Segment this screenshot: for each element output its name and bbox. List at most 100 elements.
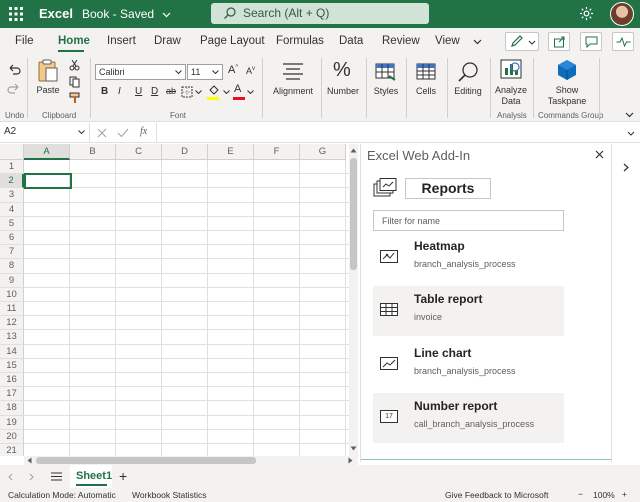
add-sheet-button[interactable]: +	[119, 468, 127, 484]
row-header[interactable]: 1	[0, 160, 24, 175]
column-header[interactable]: G	[300, 144, 346, 160]
paste-button[interactable]: Paste	[33, 59, 63, 101]
redo-icon[interactable]	[7, 82, 21, 94]
italic-button[interactable]: I	[118, 86, 121, 97]
format-painter-icon[interactable]	[69, 92, 81, 104]
double-underline-button[interactable]: D	[151, 86, 158, 97]
tab-page-layout[interactable]: Page Layout	[200, 35, 265, 47]
row-header[interactable]: 16	[0, 373, 24, 388]
row-header[interactable]: 5	[0, 216, 24, 231]
user-avatar[interactable]	[610, 2, 634, 26]
tab-view[interactable]: View	[435, 35, 460, 47]
share-button[interactable]	[548, 32, 570, 51]
borders-icon[interactable]	[181, 86, 193, 98]
insert-function-button[interactable]: fx	[140, 126, 147, 137]
scroll-left-icon[interactable]	[27, 457, 32, 464]
tab-data[interactable]: Data	[339, 35, 363, 47]
row-header[interactable]: 8	[0, 259, 24, 274]
horizontal-scroll-thumb[interactable]	[36, 457, 256, 464]
more-tabs-chevron-icon[interactable]	[473, 39, 482, 45]
row-header[interactable]: 3	[0, 188, 24, 203]
report-card-heatmap[interactable]: Heatmap branch_analysis_process	[373, 233, 564, 283]
editing-button[interactable]: Editing	[450, 59, 486, 103]
font-size-select[interactable]: 11	[187, 64, 223, 80]
chevron-down-icon[interactable]	[195, 90, 202, 94]
activity-button[interactable]	[612, 32, 634, 51]
all-sheets-menu-icon[interactable]	[51, 472, 62, 481]
fill-color-button[interactable]	[207, 84, 221, 100]
scroll-right-icon[interactable]	[348, 457, 353, 464]
zoom-in-button[interactable]: +	[622, 489, 627, 499]
row-header[interactable]: 13	[0, 330, 24, 345]
grow-font-button[interactable]: A^	[228, 64, 238, 76]
scroll-up-icon[interactable]	[350, 148, 357, 153]
name-box[interactable]: A2	[0, 123, 90, 142]
report-card-number[interactable]: 17 Number report call_branch_analysis_pr…	[373, 393, 564, 443]
filter-input[interactable]: Filter for name	[373, 210, 564, 231]
column-header[interactable]: E	[208, 144, 254, 160]
font-color-button[interactable]: A	[233, 83, 245, 100]
close-icon[interactable]	[595, 150, 604, 159]
settings-gear-icon[interactable]	[579, 6, 594, 21]
horizontal-scrollbar[interactable]	[24, 456, 358, 465]
comments-button[interactable]	[580, 32, 602, 51]
expand-formula-bar-icon[interactable]	[627, 131, 635, 136]
scroll-down-icon[interactable]	[350, 446, 357, 451]
undo-icon[interactable]	[7, 63, 21, 75]
search-box[interactable]: Search (Alt + Q)	[211, 3, 429, 24]
row-header[interactable]: 19	[0, 415, 24, 430]
select-all-corner[interactable]	[0, 144, 24, 160]
column-header[interactable]: F	[254, 144, 300, 160]
row-header[interactable]: 14	[0, 344, 24, 359]
report-card-line-chart[interactable]: Line chart branch_analysis_process	[373, 340, 564, 390]
row-header[interactable]: 17	[0, 387, 24, 402]
zoom-out-button[interactable]: −	[578, 489, 583, 499]
workbook-statistics[interactable]: Workbook Statistics	[132, 490, 206, 500]
calculation-mode[interactable]: Calculation Mode: Automatic	[8, 490, 116, 500]
underline-button[interactable]: U	[135, 86, 142, 97]
report-card-table[interactable]: Table report invoice	[373, 286, 564, 336]
number-button[interactable]: % Number	[324, 59, 362, 103]
app-launcher-icon[interactable]	[9, 7, 23, 21]
show-taskpane-button[interactable]: Show Taskpane	[540, 58, 594, 108]
row-header[interactable]: 20	[0, 429, 24, 444]
row-header[interactable]: 11	[0, 302, 24, 317]
reports-button[interactable]: Reports	[405, 178, 491, 199]
bold-button[interactable]: B	[101, 86, 108, 97]
ribbon-collapse-chevron-icon[interactable]	[625, 112, 634, 118]
analyze-data-button[interactable]: Analyze Data	[493, 58, 529, 108]
cancel-entry-icon[interactable]	[97, 128, 107, 138]
alignment-button[interactable]: Alignment	[268, 59, 318, 103]
cut-icon[interactable]	[69, 60, 80, 71]
tab-draw[interactable]: Draw	[154, 35, 181, 47]
chevron-down-icon[interactable]	[247, 90, 254, 94]
sheet-tab-active[interactable]: Sheet1	[70, 465, 112, 488]
app-name[interactable]: Excel	[39, 6, 73, 21]
formula-input[interactable]	[158, 124, 626, 141]
strikethrough-button[interactable]: ab	[166, 86, 176, 96]
tab-file[interactable]: File	[15, 35, 34, 47]
tab-review[interactable]: Review	[382, 35, 420, 47]
row-header[interactable]: 4	[0, 202, 24, 217]
row-header[interactable]: 2	[0, 174, 24, 189]
confirm-entry-icon[interactable]	[117, 128, 129, 138]
row-header[interactable]: 21	[0, 444, 24, 456]
row-header[interactable]: 9	[0, 273, 24, 288]
row-header[interactable]: 12	[0, 316, 24, 331]
styles-button[interactable]: Styles	[370, 59, 402, 103]
chevron-right-icon[interactable]	[623, 163, 629, 172]
next-sheet-icon[interactable]	[29, 473, 34, 481]
row-header[interactable]: 6	[0, 231, 24, 246]
selected-cell[interactable]	[24, 173, 72, 189]
column-header[interactable]: A	[24, 144, 70, 160]
spreadsheet-grid[interactable]: ABCDEFG 1 2 3 4 5 6 7 8 9 10 11 12 13 14 15 16 17 18 19 20 2…	[0, 144, 358, 456]
column-header[interactable]: D	[162, 144, 208, 160]
vertical-scroll-thumb[interactable]	[350, 158, 357, 270]
font-name-select[interactable]: Calibri	[95, 64, 186, 80]
prev-sheet-icon[interactable]	[8, 473, 13, 481]
column-header[interactable]: B	[70, 144, 116, 160]
row-header[interactable]: 15	[0, 358, 24, 373]
copy-icon[interactable]	[69, 76, 80, 88]
shrink-font-button[interactable]: Av	[246, 66, 255, 76]
document-title[interactable]: Book - Saved	[82, 7, 171, 21]
